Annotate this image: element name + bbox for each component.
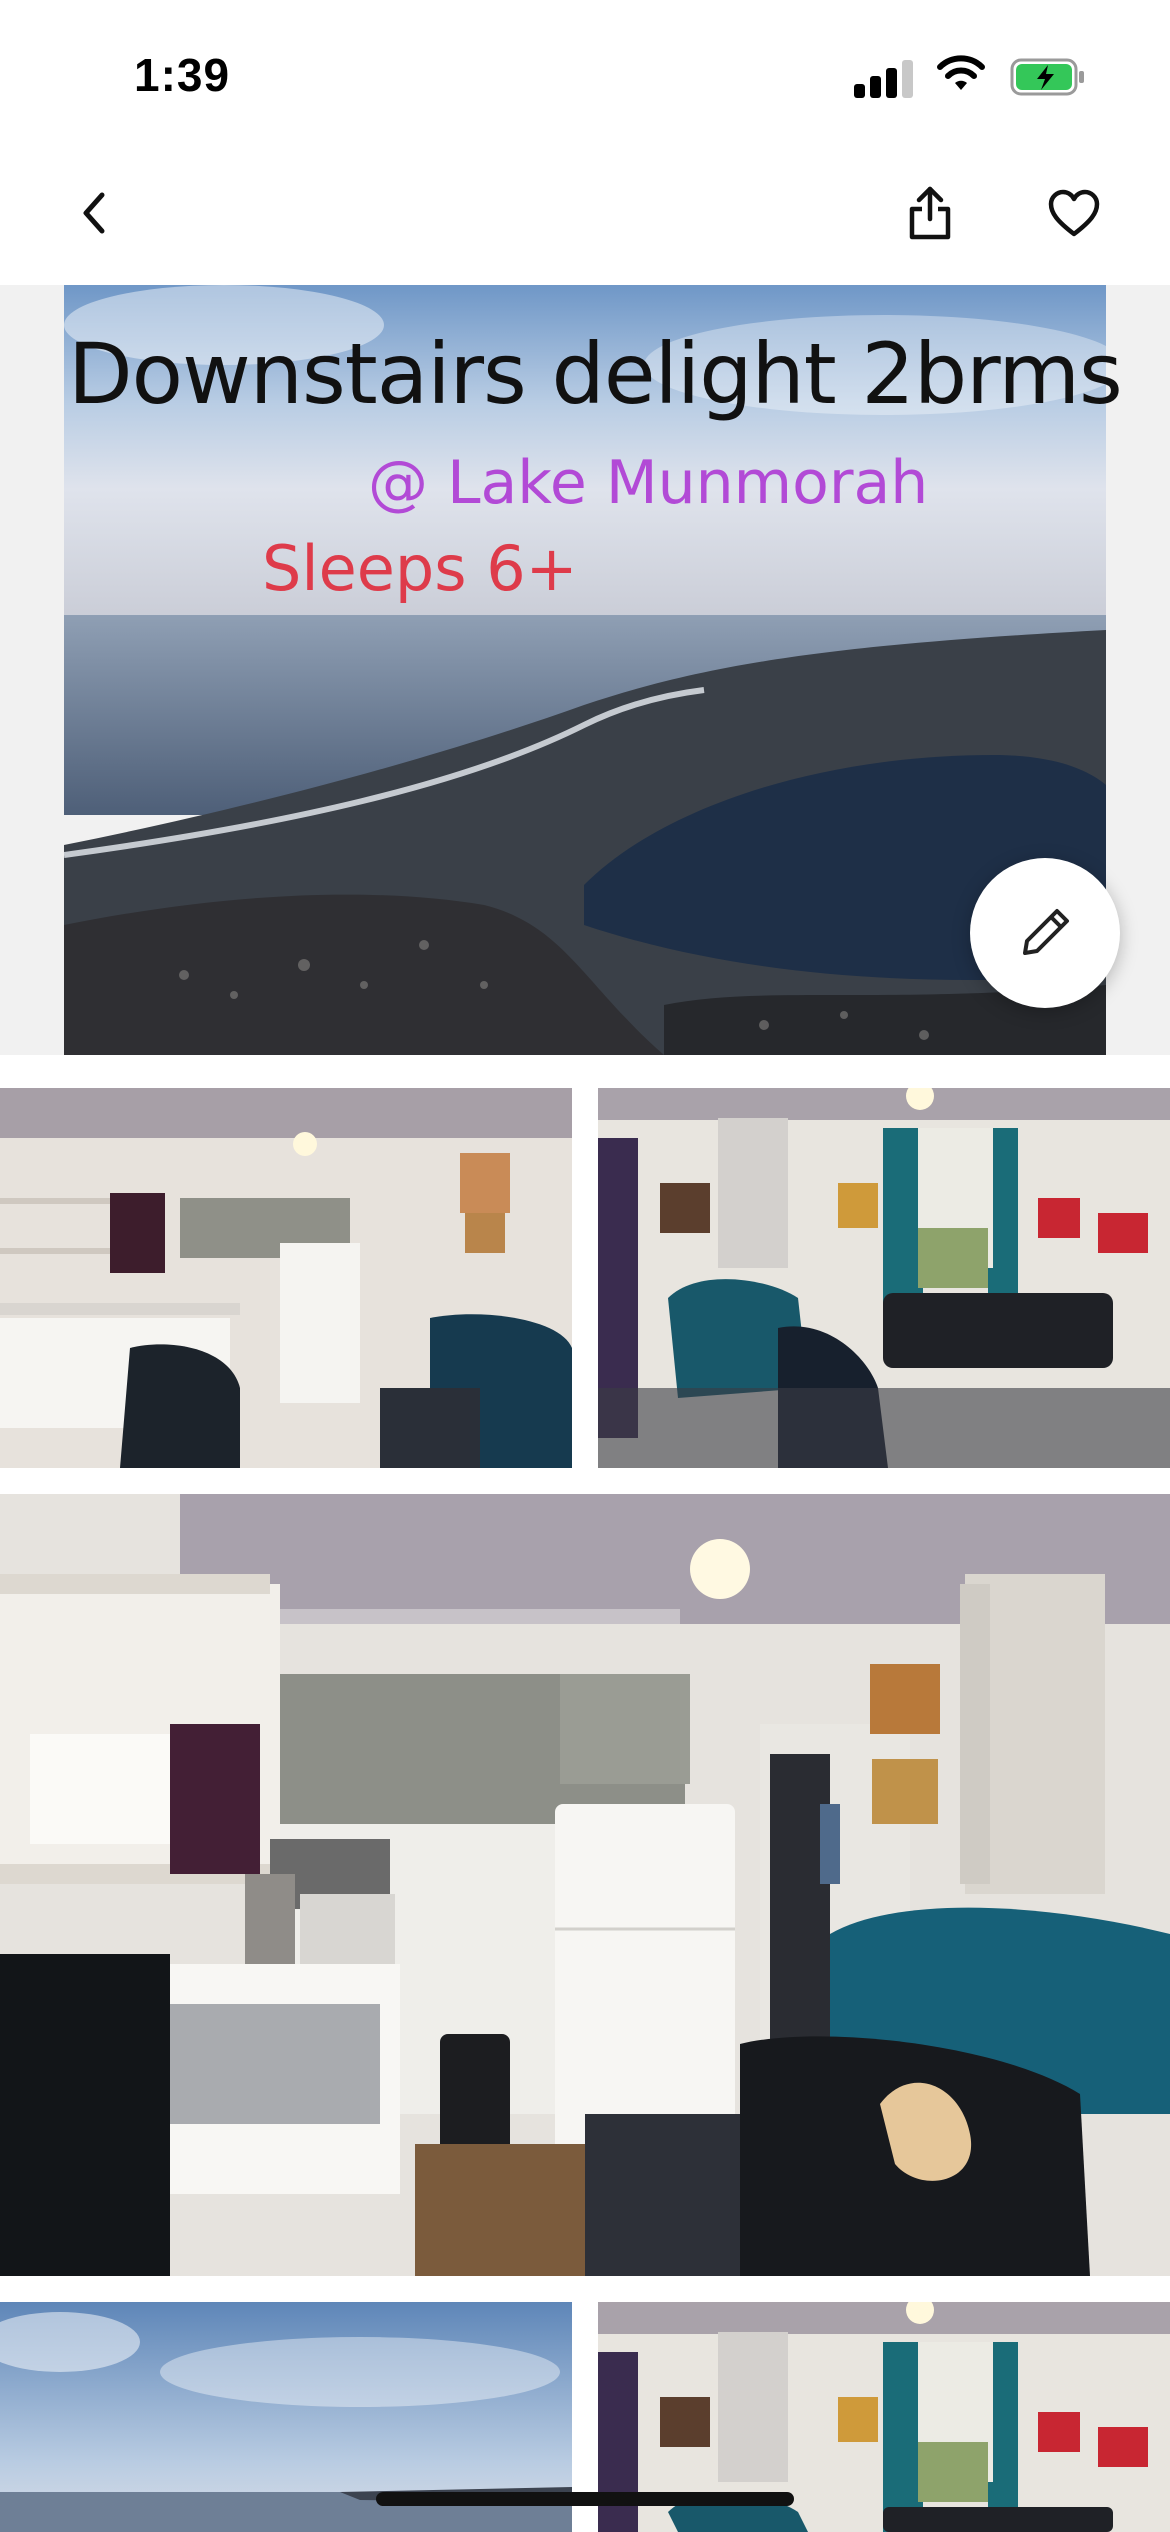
cellular-signal-icon: [854, 58, 914, 98]
status-bar: 1:39: [0, 0, 1170, 150]
chevron-left-icon: [83, 192, 105, 234]
edit-photos-button[interactable]: [970, 858, 1120, 1008]
gallery-photo-kitchen-wide[interactable]: [0, 1494, 1170, 2276]
battery-charging-icon: [1010, 58, 1086, 96]
status-time: 1:39: [134, 49, 231, 101]
hero-subtitle: @ Lake Munmorah: [368, 448, 929, 518]
gallery-photo-lounge[interactable]: [598, 1088, 1170, 1468]
pencil-icon: [1023, 909, 1069, 955]
gallery-photo-kitchen[interactable]: [0, 1088, 572, 1468]
share-button[interactable]: [890, 173, 970, 253]
navigation-bar: [0, 150, 1170, 280]
wifi-icon: [936, 54, 986, 94]
favorite-button[interactable]: [1034, 173, 1114, 253]
heart-icon: [1048, 189, 1100, 237]
hero-sleeps: Sleeps 6+: [262, 532, 578, 605]
share-icon: [909, 186, 951, 240]
back-button[interactable]: [54, 173, 134, 253]
hero-title: Downstairs delight 2brms: [68, 325, 1123, 423]
home-indicator[interactable]: [376, 2492, 794, 2506]
